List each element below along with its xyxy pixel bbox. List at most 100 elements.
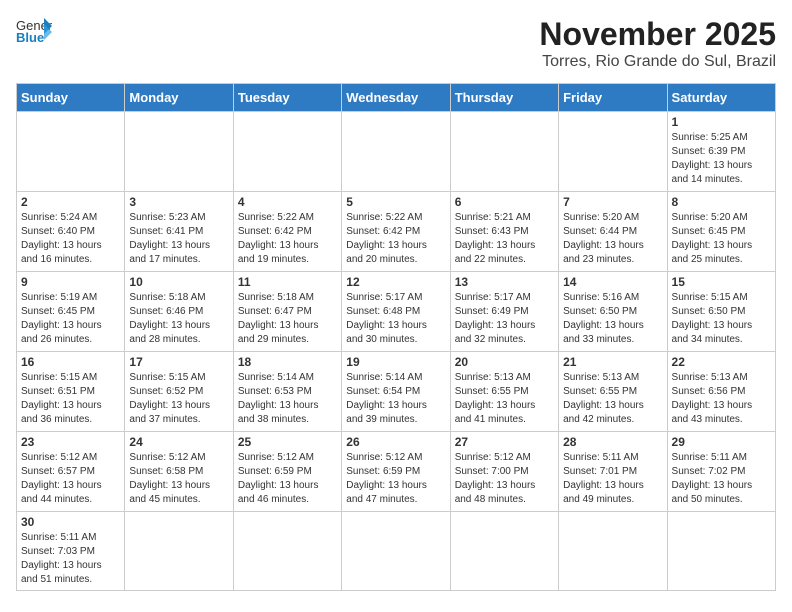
calendar-week-row: 23 Sunrise: 5:12 AM Sunset: 6:57 PM Dayli…: [17, 432, 776, 512]
day-info: Sunrise: 5:17 AM Sunset: 6:48 PM Dayligh…: [346, 291, 445, 347]
calendar-day-header: Friday: [559, 84, 667, 112]
calendar-table: SundayMondayTuesdayWednesdayThursdayFrid…: [16, 83, 776, 591]
calendar-cell: 9 Sunrise: 5:19 AM Sunset: 6:45 PM Daylig…: [17, 272, 125, 352]
logo: General Blue: [16, 16, 52, 44]
day-info: Sunrise: 5:13 AM Sunset: 6:55 PM Dayligh…: [563, 371, 662, 427]
day-number: 30: [21, 515, 120, 529]
calendar-day-header: Sunday: [17, 84, 125, 112]
calendar-cell: [233, 112, 341, 192]
day-info: Sunrise: 5:12 AM Sunset: 6:57 PM Dayligh…: [21, 451, 120, 507]
calendar-cell: 2Sunrise: 5:24 AM Sunset: 6:40 PM Daylig…: [17, 192, 125, 272]
calendar-cell: 22 Sunrise: 5:13 AM Sunset: 6:56 PM Dayli…: [667, 352, 775, 432]
day-info: Sunrise: 5:12 AM Sunset: 6:59 PM Dayligh…: [346, 451, 445, 507]
calendar-header-row: SundayMondayTuesdayWednesdayThursdayFrid…: [17, 84, 776, 112]
calendar-cell: 21 Sunrise: 5:13 AM Sunset: 6:55 PM Dayli…: [559, 352, 667, 432]
calendar-cell: 23 Sunrise: 5:12 AM Sunset: 6:57 PM Dayli…: [17, 432, 125, 512]
day-number: 13: [455, 275, 554, 289]
calendar-cell: [125, 512, 233, 591]
calendar-cell: 30Sunrise: 5:11 AM Sunset: 7:03 PM Dayli…: [17, 512, 125, 591]
day-info: Sunrise: 5:18 AM Sunset: 6:47 PM Dayligh…: [238, 291, 337, 347]
calendar-cell: 13 Sunrise: 5:17 AM Sunset: 6:49 PM Dayli…: [450, 272, 558, 352]
day-info: Sunrise: 5:20 AM Sunset: 6:44 PM Dayligh…: [563, 211, 662, 267]
calendar-cell: [559, 112, 667, 192]
day-info: Sunrise: 5:12 AM Sunset: 7:00 PM Dayligh…: [455, 451, 554, 507]
calendar-week-row: 1 Sunrise: 5:25 AM Sunset: 6:39 PM Daylig…: [17, 112, 776, 192]
calendar-cell: 3 Sunrise: 5:23 AM Sunset: 6:41 PM Daylig…: [125, 192, 233, 272]
location-title: Torres, Rio Grande do Sul, Brazil: [539, 53, 776, 71]
day-number: 18: [238, 355, 337, 369]
month-title: November 2025: [539, 16, 776, 53]
calendar-cell: 25 Sunrise: 5:12 AM Sunset: 6:59 PM Dayli…: [233, 432, 341, 512]
day-number: 25: [238, 435, 337, 449]
day-number: 5: [346, 195, 445, 209]
day-number: 28: [563, 435, 662, 449]
day-number: 27: [455, 435, 554, 449]
calendar-cell: 11Sunrise: 5:18 AM Sunset: 6:47 PM Dayli…: [233, 272, 341, 352]
day-info: Sunrise: 5:12 AM Sunset: 6:59 PM Dayligh…: [238, 451, 337, 507]
calendar-day-header: Tuesday: [233, 84, 341, 112]
calendar-cell: 28Sunrise: 5:11 AM Sunset: 7:01 PM Dayli…: [559, 432, 667, 512]
day-number: 19: [346, 355, 445, 369]
calendar-week-row: 30Sunrise: 5:11 AM Sunset: 7:03 PM Dayli…: [17, 512, 776, 591]
day-info: Sunrise: 5:18 AM Sunset: 6:46 PM Dayligh…: [129, 291, 228, 347]
calendar-day-header: Thursday: [450, 84, 558, 112]
day-number: 24: [129, 435, 228, 449]
day-number: 9: [21, 275, 120, 289]
calendar-day-header: Monday: [125, 84, 233, 112]
day-number: 10: [129, 275, 228, 289]
day-info: Sunrise: 5:21 AM Sunset: 6:43 PM Dayligh…: [455, 211, 554, 267]
title-block: November 2025 Torres, Rio Grande do Sul,…: [539, 16, 776, 71]
calendar-week-row: 2Sunrise: 5:24 AM Sunset: 6:40 PM Daylig…: [17, 192, 776, 272]
day-number: 8: [672, 195, 771, 209]
day-number: 4: [238, 195, 337, 209]
logo-icon: General Blue: [16, 16, 52, 44]
day-number: 23: [21, 435, 120, 449]
day-number: 1: [672, 115, 771, 129]
calendar-day-header: Saturday: [667, 84, 775, 112]
calendar-cell: [450, 112, 558, 192]
calendar-cell: 10 Sunrise: 5:18 AM Sunset: 6:46 PM Dayli…: [125, 272, 233, 352]
calendar-cell: 24 Sunrise: 5:12 AM Sunset: 6:58 PM Dayli…: [125, 432, 233, 512]
day-info: Sunrise: 5:17 AM Sunset: 6:49 PM Dayligh…: [455, 291, 554, 347]
calendar-body: 1 Sunrise: 5:25 AM Sunset: 6:39 PM Daylig…: [17, 112, 776, 591]
day-info: Sunrise: 5:20 AM Sunset: 6:45 PM Dayligh…: [672, 211, 771, 267]
day-number: 12: [346, 275, 445, 289]
day-number: 22: [672, 355, 771, 369]
day-number: 15: [672, 275, 771, 289]
calendar-cell: [233, 512, 341, 591]
calendar-cell: [17, 112, 125, 192]
day-info: Sunrise: 5:15 AM Sunset: 6:52 PM Dayligh…: [129, 371, 228, 427]
calendar-day-header: Wednesday: [342, 84, 450, 112]
svg-text:Blue: Blue: [16, 30, 44, 44]
day-number: 26: [346, 435, 445, 449]
day-info: Sunrise: 5:13 AM Sunset: 6:56 PM Dayligh…: [672, 371, 771, 427]
day-info: Sunrise: 5:22 AM Sunset: 6:42 PM Dayligh…: [346, 211, 445, 267]
calendar-cell: [342, 112, 450, 192]
calendar-cell: 14Sunrise: 5:16 AM Sunset: 6:50 PM Dayli…: [559, 272, 667, 352]
day-info: Sunrise: 5:25 AM Sunset: 6:39 PM Dayligh…: [672, 131, 771, 187]
day-number: 29: [672, 435, 771, 449]
calendar-cell: 4Sunrise: 5:22 AM Sunset: 6:42 PM Daylig…: [233, 192, 341, 272]
calendar-cell: 27 Sunrise: 5:12 AM Sunset: 7:00 PM Dayli…: [450, 432, 558, 512]
calendar-cell: 7Sunrise: 5:20 AM Sunset: 6:44 PM Daylig…: [559, 192, 667, 272]
calendar-cell: 17Sunrise: 5:15 AM Sunset: 6:52 PM Dayli…: [125, 352, 233, 432]
day-number: 20: [455, 355, 554, 369]
calendar-cell: 6 Sunrise: 5:21 AM Sunset: 6:43 PM Daylig…: [450, 192, 558, 272]
calendar-cell: 8 Sunrise: 5:20 AM Sunset: 6:45 PM Daylig…: [667, 192, 775, 272]
calendar-cell: [125, 112, 233, 192]
calendar-cell: 20Sunrise: 5:13 AM Sunset: 6:55 PM Dayli…: [450, 352, 558, 432]
calendar-cell: 18Sunrise: 5:14 AM Sunset: 6:53 PM Dayli…: [233, 352, 341, 432]
day-info: Sunrise: 5:12 AM Sunset: 6:58 PM Dayligh…: [129, 451, 228, 507]
day-info: Sunrise: 5:23 AM Sunset: 6:41 PM Dayligh…: [129, 211, 228, 267]
day-number: 6: [455, 195, 554, 209]
day-number: 21: [563, 355, 662, 369]
calendar-week-row: 16Sunrise: 5:15 AM Sunset: 6:51 PM Dayli…: [17, 352, 776, 432]
day-info: Sunrise: 5:19 AM Sunset: 6:45 PM Dayligh…: [21, 291, 120, 347]
calendar-cell: [342, 512, 450, 591]
calendar-cell: 19Sunrise: 5:14 AM Sunset: 6:54 PM Dayli…: [342, 352, 450, 432]
page-header: General Blue November 2025 Torres, Rio G…: [16, 16, 776, 71]
calendar-cell: 12 Sunrise: 5:17 AM Sunset: 6:48 PM Dayli…: [342, 272, 450, 352]
day-info: Sunrise: 5:15 AM Sunset: 6:51 PM Dayligh…: [21, 371, 120, 427]
day-number: 3: [129, 195, 228, 209]
day-info: Sunrise: 5:16 AM Sunset: 6:50 PM Dayligh…: [563, 291, 662, 347]
